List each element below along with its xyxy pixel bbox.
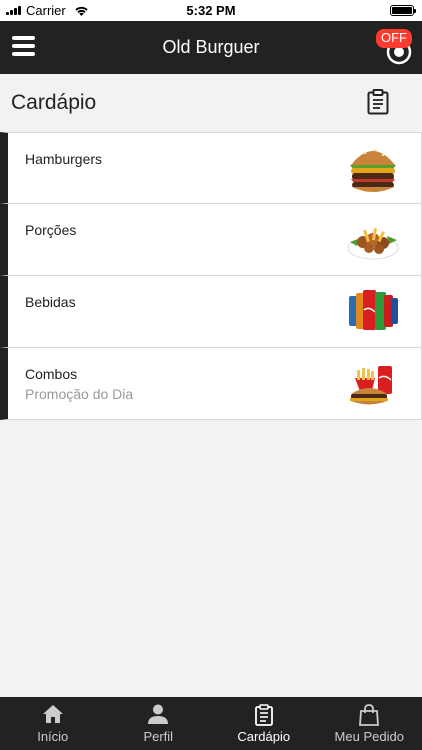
category-title: Porções (25, 222, 77, 238)
clock: 5:32 PM (186, 3, 236, 18)
tab-label: Meu Pedido (334, 729, 404, 744)
person-icon (148, 704, 169, 724)
category-title: Bebidas (25, 294, 76, 310)
tab-inicio[interactable]: Início (0, 697, 106, 750)
status-badge: OFF (376, 29, 412, 48)
app-title: Old Burguer (162, 37, 260, 57)
tab-perfil[interactable]: Perfil (106, 697, 212, 750)
tab-meu-pedido[interactable]: Meu Pedido (317, 697, 422, 750)
store-status-toggle[interactable]: OFF (372, 29, 412, 65)
tab-bar: Início Perfil Cardápio Meu Pedido (0, 697, 422, 750)
clipboard-icon[interactable] (367, 89, 389, 115)
tab-label: Cardápio (237, 729, 291, 744)
soda-cans-photo (349, 290, 398, 330)
category-subtitle: Promoção do Dia (25, 386, 134, 402)
category-porcoes[interactable]: Porções (0, 204, 422, 276)
hamburger-menu-icon[interactable] (12, 36, 35, 56)
burger-photo (350, 149, 396, 192)
category-hamburgers[interactable]: Hamburgers (0, 132, 422, 204)
category-title: Hamburgers (25, 151, 103, 167)
tab-label: Início (37, 729, 69, 744)
tab-cardapio[interactable]: Cardápio (211, 697, 317, 750)
home-icon (42, 705, 63, 723)
tab-label: Perfil (143, 729, 174, 744)
nav-header: Old Burguer OFF (0, 21, 422, 74)
status-bar: Carrier 5:32 PM (0, 0, 422, 21)
fried-portion-photo (347, 227, 399, 260)
clipboard-icon (254, 704, 273, 726)
combo-photo (350, 366, 392, 405)
category-title: Combos (25, 366, 78, 382)
battery-icon (390, 5, 416, 16)
page-header: Cardápio (0, 74, 422, 132)
category-bebidas[interactable]: Bebidas (0, 276, 422, 348)
category-list: Hamburgers Porções Bebidas Combos Promoç… (0, 132, 422, 420)
category-combos[interactable]: Combos Promoção do Dia (0, 348, 422, 420)
page-title: Cardápio (11, 91, 97, 114)
shopping-bag-icon (359, 704, 380, 726)
